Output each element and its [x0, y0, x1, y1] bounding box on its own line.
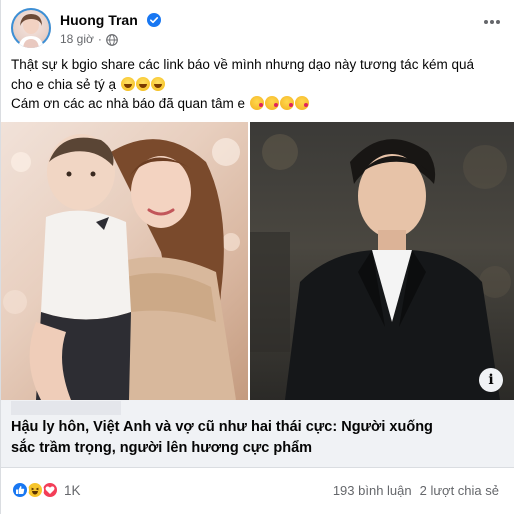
post-text: Thật sự k bgio share các link báo về mìn…: [11, 55, 505, 114]
post-line-2: cho e chia sẻ tý ạ: [11, 75, 505, 95]
post-time[interactable]: 18 giờ: [60, 32, 94, 47]
laughing-emoji-icon: [150, 76, 165, 91]
engagement-counts: 193 bình luận 2 lượt chia sẻ: [333, 483, 499, 498]
verified-badge-icon: [147, 13, 161, 27]
photo-mother-and-child: [1, 122, 248, 400]
link-title[interactable]: Hậu ly hôn, Việt Anh và vợ cũ như hai th…: [11, 417, 507, 459]
avatar[interactable]: [11, 8, 51, 48]
post-header: Huong Tran 18 giờ ·: [11, 8, 505, 50]
reactions-summary[interactable]: 1K: [11, 481, 81, 499]
link-title-line-2: sắc trầm trọng, người lên hương cực phẩm: [11, 440, 313, 456]
reaction-count[interactable]: 1K: [64, 483, 81, 498]
photo-man-in-suit: [250, 122, 514, 400]
post-line-1-text: Thật sự k bgio share các link báo về mìn…: [11, 57, 474, 72]
laughing-emoji-icon: [120, 76, 135, 91]
link-preview-card[interactable]: Hậu ly hôn, Việt Anh và vợ cũ như hai th…: [1, 400, 514, 468]
link-preview-image[interactable]: i: [1, 122, 514, 400]
like-reaction-icon: [11, 481, 29, 499]
link-domain-placeholder: [11, 401, 121, 415]
share-count[interactable]: 2 lượt chia sẻ: [420, 483, 499, 498]
info-button[interactable]: i: [479, 368, 503, 392]
post-line-1: Thật sự k bgio share các link báo về mìn…: [11, 55, 505, 75]
more-options-icon[interactable]: [481, 12, 503, 32]
post-line-3-text: Cám ơn các ac nhà báo đã quan tâm e: [11, 96, 245, 111]
kissing-emoji-icon: [249, 96, 264, 110]
meta-separator: ·: [97, 32, 102, 46]
laughing-emoji-icon: [135, 76, 150, 91]
comment-count[interactable]: 193 bình luận: [333, 483, 412, 498]
author-name[interactable]: Huong Tran: [60, 12, 138, 29]
post-line-3: Cám ơn các ac nhà báo đã quan tâm e: [11, 94, 505, 114]
facebook-post: Huong Tran 18 giờ · Thật sự k bgio share…: [0, 0, 514, 514]
post-meta: 18 giờ ·: [60, 32, 118, 47]
post-stats: 1K 193 bình luận 2 lượt chia sẻ: [11, 478, 505, 504]
globe-icon[interactable]: [106, 33, 118, 46]
kissing-emoji-icon: [279, 96, 294, 110]
kissing-emoji-icon: [264, 96, 279, 110]
link-title-line-1: Hậu ly hôn, Việt Anh và vợ cũ như hai th…: [11, 419, 433, 435]
kissing-emoji-icon: [294, 96, 309, 110]
post-line-2-text: cho e chia sẻ tý ạ: [11, 76, 117, 92]
